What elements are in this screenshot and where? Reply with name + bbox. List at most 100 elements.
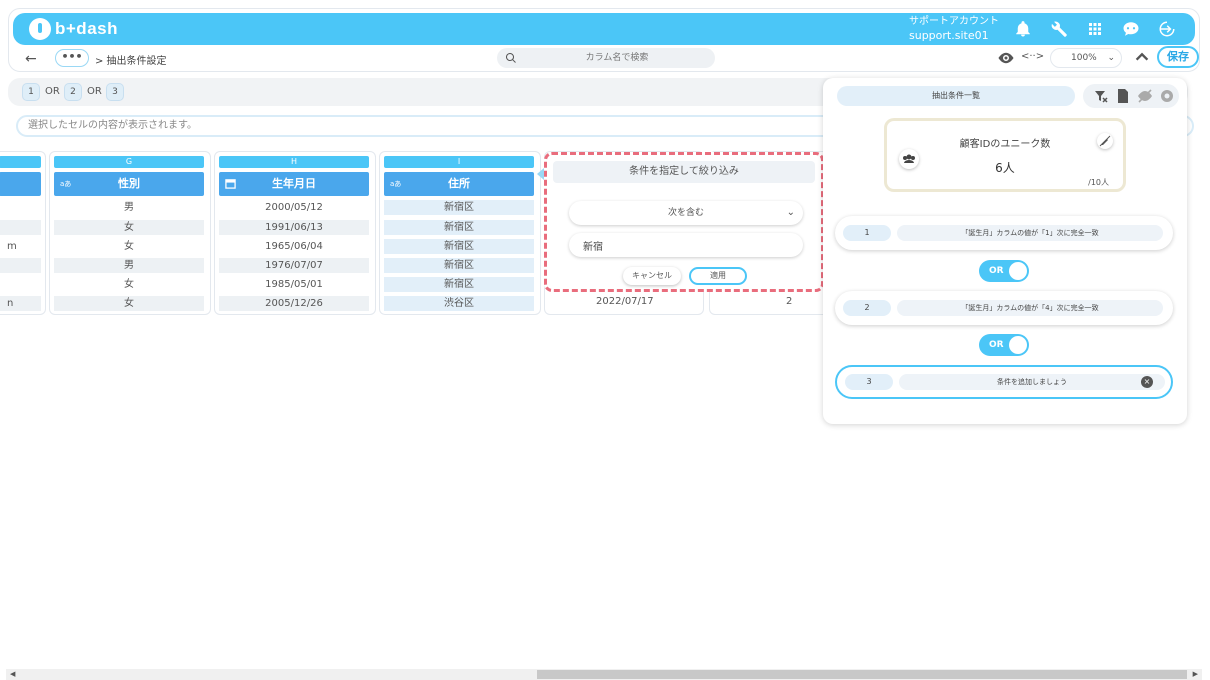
table-cell[interactable]: 2022/07/17 [596, 296, 654, 307]
chevron-down-icon: ⌄ [1107, 53, 1115, 63]
chat-bot-icon[interactable] [1121, 19, 1141, 39]
condition-card-1[interactable]: 1 「誕生月」カラムの値が「1」次に完全一致 [835, 216, 1173, 250]
condition-number: 1 [843, 225, 891, 241]
table-cell[interactable]: m [0, 239, 41, 254]
condition-chip-1[interactable]: 1 [22, 83, 40, 101]
condition-chip-2[interactable]: 2 [64, 83, 82, 101]
condition-card-3[interactable]: 3 条件を追加しましょう × [835, 365, 1173, 399]
scroll-left-icon[interactable]: ◀ [10, 669, 15, 680]
table-cell[interactable]: 新宿区 [384, 277, 534, 292]
table-cell[interactable] [0, 258, 41, 273]
column-header[interactable]: aあ 性別 [54, 172, 204, 196]
table-cell[interactable]: 男 [54, 200, 204, 215]
toggle-knob [1009, 262, 1027, 280]
apply-button[interactable]: 適用 [689, 267, 747, 285]
scrollbar-thumb[interactable] [537, 670, 1187, 679]
column-partial: m n [0, 151, 46, 315]
table-cell[interactable]: n [0, 296, 41, 311]
table-cell[interactable]: 2 [786, 296, 792, 307]
brand-logo[interactable]: b+dash [29, 18, 118, 40]
filter-title: 条件を指定して絞り込み [553, 161, 815, 183]
table-cell[interactable]: 新宿区 [384, 220, 534, 235]
table-cell[interactable]: 新宿区 [384, 200, 534, 215]
apps-grid-icon[interactable] [1085, 19, 1105, 39]
back-button[interactable]: ← [25, 51, 37, 67]
table-cell[interactable]: 女 [54, 296, 204, 311]
column-title: 性別 [118, 177, 140, 190]
search-icon [505, 52, 516, 63]
zoom-value: 100% [1071, 53, 1097, 63]
column-g: G aあ 性別 男 女 女 男 女 女 [49, 151, 211, 315]
logo-icon [29, 18, 51, 40]
more-button[interactable]: ••• [55, 49, 89, 67]
edit-off-icon[interactable] [1097, 133, 1113, 149]
eye-icon[interactable] [997, 50, 1015, 66]
filter-operator-select[interactable]: 次を含む ⌄ [569, 201, 803, 225]
table-cell[interactable]: 1991/06/13 [219, 220, 369, 235]
column-letter: H [219, 156, 369, 168]
column-search[interactable] [497, 48, 715, 68]
or-toggle-label: OR [989, 340, 1004, 350]
brand-name: b+dash [55, 19, 118, 38]
column-title: 住所 [448, 177, 470, 190]
logout-icon[interactable] [1157, 19, 1177, 39]
column-letter: I [384, 156, 534, 168]
count-total: /10人 [1088, 178, 1109, 187]
close-icon[interactable]: × [1141, 376, 1153, 388]
bell-icon[interactable] [1013, 19, 1033, 39]
table-cell[interactable]: 男 [54, 258, 204, 273]
table-cell[interactable] [0, 277, 41, 292]
filter-value-input[interactable] [569, 233, 803, 257]
table-cell[interactable]: 新宿区 [384, 239, 534, 254]
settings-icon[interactable] [1159, 88, 1175, 104]
horizontal-scrollbar[interactable]: ◀ ▶ [6, 669, 1202, 680]
panel-title: 抽出条件一覧 [837, 86, 1075, 106]
breadcrumb: > 抽出条件設定 [95, 56, 167, 67]
code-toggle-icon[interactable]: <··> [1021, 51, 1044, 62]
condition-chip-3[interactable]: 3 [106, 83, 124, 101]
column-search-input[interactable] [527, 50, 707, 66]
table-cell[interactable]: 1965/06/04 [219, 239, 369, 254]
popup-pointer [537, 168, 544, 180]
cancel-button[interactable]: キャンセル [623, 267, 681, 285]
condition-card-2[interactable]: 2 「誕生月」カラムの値が「4」次に完全一致 [835, 291, 1173, 325]
table-cell[interactable]: 渋谷区 [384, 296, 534, 311]
filter-operator-value: 次を含む [667, 208, 704, 218]
wrench-icon[interactable] [1049, 19, 1069, 39]
chevron-up-icon[interactable] [1133, 48, 1151, 66]
condition-text: 「誕生月」カラムの値が「4」次に完全一致 [897, 300, 1163, 316]
condition-number: 3 [845, 374, 893, 390]
or-toggle-2[interactable]: OR [979, 334, 1029, 356]
table-cell[interactable]: 女 [54, 277, 204, 292]
table-cell[interactable] [0, 220, 41, 235]
column-i: I aあ 住所 新宿区 新宿区 新宿区 新宿区 新宿区 渋谷区 [379, 151, 541, 315]
column-letter: G [54, 156, 204, 168]
table-cell[interactable]: 女 [54, 220, 204, 235]
scroll-right-icon[interactable]: ▶ [1193, 669, 1198, 680]
or-label: OR [45, 86, 60, 97]
table-cell[interactable]: 2000/05/12 [219, 200, 369, 215]
table-cell[interactable]: 1976/07/07 [219, 258, 369, 273]
account-info[interactable]: サポートアカウント support.site01 [909, 15, 999, 43]
toggle-knob [1009, 336, 1027, 354]
column-header[interactable]: aあ 住所 [384, 172, 534, 196]
column-header[interactable]: 生年月日 [219, 172, 369, 196]
or-toggle-label: OR [989, 266, 1004, 276]
text-type-icon: aあ [390, 180, 402, 188]
panel-icon-bar [1083, 84, 1179, 108]
column-title: 生年月日 [272, 177, 316, 190]
column-header[interactable] [0, 172, 41, 196]
filter-popup: 条件を指定して絞り込み 次を含む ⌄ キャンセル 適用 [544, 152, 824, 292]
document-icon[interactable] [1115, 88, 1131, 104]
table-cell[interactable]: 2005/12/26 [219, 296, 369, 311]
zoom-select[interactable]: 100% ⌄ [1050, 48, 1122, 68]
header-bar: b+dash サポートアカウント support.site01 [13, 13, 1195, 45]
table-cell[interactable]: 1985/05/01 [219, 277, 369, 292]
table-cell[interactable] [0, 200, 41, 215]
clear-filter-icon[interactable] [1093, 88, 1109, 104]
save-button[interactable]: 保存 [1157, 46, 1199, 68]
visibility-off-icon[interactable] [1137, 88, 1153, 104]
table-cell[interactable]: 女 [54, 239, 204, 254]
table-cell[interactable]: 新宿区 [384, 258, 534, 273]
or-toggle-1[interactable]: OR [979, 260, 1029, 282]
